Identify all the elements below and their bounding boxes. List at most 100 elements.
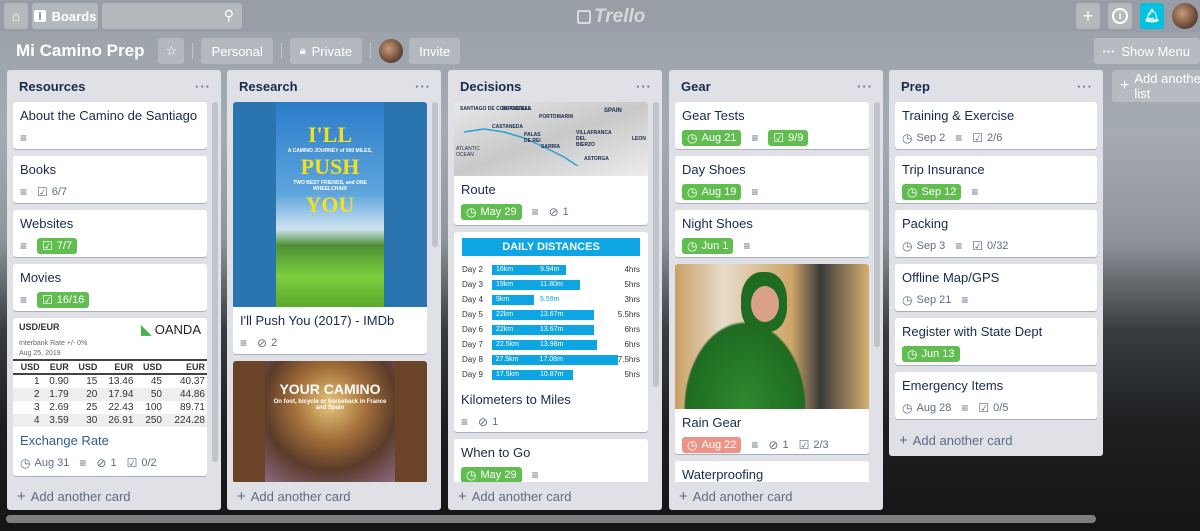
list-scrollbar[interactable] bbox=[432, 102, 438, 247]
list-menu-icon[interactable]: ··· bbox=[857, 79, 873, 94]
description-icon: ≡ bbox=[531, 205, 539, 219]
card[interactable]: Gear Tests ◷ Aug 21 ≡ ☑ 9/9 bbox=[675, 102, 869, 149]
info-button[interactable]: i bbox=[1108, 3, 1132, 29]
trello-logo[interactable]: Trello bbox=[577, 6, 645, 28]
due-date-badge[interactable]: ◷ Sep 21 bbox=[902, 294, 951, 306]
card[interactable]: Rain Gear ◷ Aug 22 ≡ ⊘ 1 ☑ 2/3 bbox=[675, 264, 869, 454]
due-date-badge[interactable]: ◷ Jun 13 bbox=[902, 346, 960, 362]
star-button[interactable]: ☆ bbox=[158, 38, 185, 64]
attachment-badge: ⊘ 2 bbox=[257, 336, 278, 350]
card[interactable]: Movies ≡ ☑ 16/16 bbox=[13, 264, 207, 311]
card[interactable]: Register with State Dept ◷ Jun 13 bbox=[895, 318, 1097, 365]
list-menu-icon[interactable]: ··· bbox=[415, 79, 431, 94]
due-date-badge[interactable]: ◷ May 29 bbox=[461, 467, 522, 482]
list-title[interactable]: Gear bbox=[681, 79, 711, 94]
board-title[interactable]: Mi Camino Prep bbox=[16, 41, 144, 61]
create-button[interactable]: + bbox=[1076, 3, 1100, 29]
due-date-badge[interactable]: ◷ Aug 19 bbox=[682, 184, 742, 200]
attachment-badge: ⊘ 1 bbox=[96, 456, 117, 470]
due-date-badge[interactable]: ◷ Aug 21 bbox=[682, 130, 742, 146]
list-title[interactable]: Research bbox=[239, 79, 298, 94]
card[interactable]: Packing ◷ Sep 3 ≡ ☑ 0/32 bbox=[895, 210, 1097, 257]
card[interactable]: I'LL A CAMINO JOURNEY of 500 MILES, PUSH… bbox=[233, 102, 427, 354]
rate-date: Aug 25, 2019 bbox=[19, 350, 61, 357]
team-button[interactable]: Personal bbox=[201, 38, 273, 64]
visibility-button[interactable]: 🔒︎ Private bbox=[289, 38, 363, 64]
due-date-badge[interactable]: ◷ Sep 3 bbox=[902, 240, 945, 252]
checklist-badge: ☑ 0/32 bbox=[972, 239, 1009, 253]
list-menu-icon[interactable]: ··· bbox=[1077, 79, 1093, 94]
card[interactable]: YOUR CAMINO On foot, bicycle or horsebac… bbox=[233, 361, 427, 482]
card[interactable]: Books ≡ ☑ 6/7 bbox=[13, 156, 207, 203]
add-card-button[interactable]: + Add another card bbox=[227, 482, 441, 510]
list-title[interactable]: Prep bbox=[901, 79, 930, 94]
card-title: Movies bbox=[20, 270, 62, 285]
description-icon: ≡ bbox=[461, 415, 469, 429]
invite-button[interactable]: Invite bbox=[409, 38, 461, 64]
card[interactable]: About the Camino de Santiago ≡ bbox=[13, 102, 207, 149]
card-title: Register with State Dept bbox=[902, 324, 1043, 339]
list-scrollbar[interactable] bbox=[874, 102, 880, 347]
due-date-badge[interactable]: ◷ Aug 28 bbox=[902, 402, 951, 414]
add-card-button[interactable]: + Add another card bbox=[889, 426, 1103, 454]
km-label: 9km bbox=[496, 296, 510, 303]
list-scrollbar[interactable] bbox=[212, 102, 218, 462]
home-button[interactable]: ⌂ bbox=[4, 3, 28, 29]
due-date-badge[interactable]: ◷ Aug 22 bbox=[682, 437, 742, 453]
add-card-button[interactable]: + Add another card bbox=[7, 482, 221, 510]
user-avatar[interactable] bbox=[1172, 3, 1198, 29]
boards-label: Boards bbox=[51, 8, 97, 24]
board-horizontal-scrollbar[interactable] bbox=[6, 515, 1096, 523]
list-menu-icon[interactable]: ··· bbox=[195, 79, 211, 94]
list-scrollbar[interactable] bbox=[653, 102, 659, 387]
card[interactable]: SANTIAGO DE COMPOSTELA EL AMENAL CASTANE… bbox=[454, 102, 648, 225]
search-input[interactable]: ⚲ bbox=[102, 3, 242, 29]
hours-label: 6hrs bbox=[624, 340, 640, 349]
list-title[interactable]: Resources bbox=[19, 79, 85, 94]
due-date-badge: ◷ Aug 31 bbox=[20, 456, 70, 470]
add-card-button[interactable]: + Add another card bbox=[669, 482, 883, 510]
paperclip-icon: ⊘ bbox=[768, 438, 779, 452]
add-card-button[interactable]: + Add another card bbox=[448, 482, 662, 510]
card[interactable]: Waterproofing bbox=[675, 461, 869, 482]
checklist-badge: ☑ 2/3 bbox=[798, 438, 829, 452]
paperclip-icon: ⊘ bbox=[548, 205, 559, 219]
list-resources: Resources ··· About the Camino de Santiag… bbox=[7, 70, 221, 510]
card[interactable]: Day Shoes ◷ Aug 19 ≡ bbox=[675, 156, 869, 203]
show-menu-button[interactable]: ··· Show Menu bbox=[1094, 38, 1200, 64]
list-menu-icon[interactable]: ··· bbox=[636, 79, 652, 94]
board-header: Mi Camino Prep ☆ Personal 🔒︎ Private Inv… bbox=[0, 36, 1200, 66]
card[interactable]: Training & Exercise ◷ Sep 2 ≡ ☑ 2/6 bbox=[895, 102, 1097, 149]
trello-logo-icon bbox=[577, 10, 591, 24]
list-title[interactable]: Decisions bbox=[460, 79, 521, 94]
due-date-badge[interactable]: ◷ Sep 12 bbox=[902, 184, 962, 200]
plus-icon: + bbox=[17, 487, 26, 505]
route-map-cover: SANTIAGO DE COMPOSTELA EL AMENAL CASTANE… bbox=[454, 102, 648, 176]
day-label: Day 4 bbox=[462, 295, 483, 304]
boards-button[interactable]: Boards bbox=[32, 3, 98, 29]
card[interactable]: USD/EUR ◣ OANDA Interbank Rate +/- 0% Au… bbox=[13, 318, 207, 476]
distance-bar: 17.5km 10.87m bbox=[492, 369, 574, 380]
due-date-badge[interactable]: ◷ Sep 2 bbox=[902, 132, 945, 144]
card[interactable]: When to Go ◷ May 29 ≡ bbox=[454, 439, 648, 482]
divider bbox=[192, 43, 194, 59]
distance-row: Day 5 22km 13.67m 5.5hrs bbox=[462, 307, 640, 322]
add-list-button[interactable]: + Add another list bbox=[1112, 70, 1200, 102]
miles-label: 13.67m bbox=[540, 326, 564, 333]
card[interactable]: Emergency Items ◷ Aug 28 ≡ ☑ 0/5 bbox=[895, 372, 1097, 419]
card[interactable]: Websites ≡ ☑ 7/7 bbox=[13, 210, 207, 257]
checklist-icon: ☑ bbox=[42, 293, 53, 307]
card[interactable]: DAILY DISTANCES Day 2 16km 9.94m 4hrs Day 3 1… bbox=[454, 232, 648, 432]
divider bbox=[280, 43, 282, 59]
due-date-badge[interactable]: ◷ Jun 1 bbox=[682, 238, 734, 254]
description-icon: ≡ bbox=[531, 468, 539, 482]
due-date-badge[interactable]: ◷ May 29 bbox=[461, 204, 522, 220]
member-avatar[interactable] bbox=[379, 39, 404, 63]
card[interactable]: Trip Insurance ◷ Sep 12 ≡ bbox=[895, 156, 1097, 203]
card-title: Gear Tests bbox=[682, 108, 745, 123]
notifications-button[interactable]: 🔔︎ bbox=[1140, 3, 1164, 29]
day-label: Day 7 bbox=[462, 340, 483, 349]
card[interactable]: Night Shoes ◷ Jun 1 ≡ bbox=[675, 210, 869, 257]
miles-label: 13.98m bbox=[540, 341, 564, 348]
card[interactable]: Offline Map/GPS ◷ Sep 21 ≡ bbox=[895, 264, 1097, 311]
